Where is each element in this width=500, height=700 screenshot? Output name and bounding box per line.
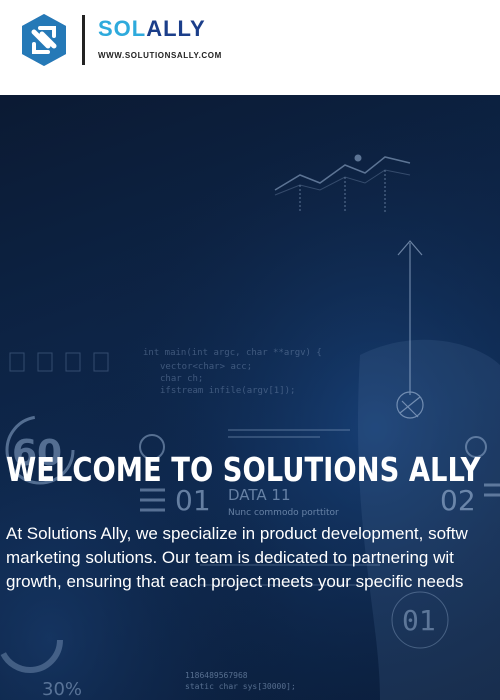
bg-percent: 30% <box>42 679 82 700</box>
bg-bottom-code-1: 1186489567968 <box>185 671 248 680</box>
brand-name[interactable]: SOLALLY <box>98 17 206 41</box>
hero-section: int main(int argc, char **argv) { vector… <box>0 95 500 700</box>
bg-code-line-1: int main(int argc, char **argv) { <box>143 348 322 358</box>
hero-title: WELCOME TO SOLUTIONS ALLY <box>6 450 481 489</box>
bg-number-lower: 01 <box>402 604 436 637</box>
hero-description: At Solutions Ally, we specialize in prod… <box>6 522 500 594</box>
solutions-ally-logo-icon[interactable] <box>18 12 70 68</box>
site-url: WWW.SOLUTIONSALLY.COM <box>98 51 222 60</box>
bg-nunc-text: Nunc commodo porttitor <box>228 508 339 518</box>
hero-background-graphic: int main(int argc, char **argv) { vector… <box>0 95 500 700</box>
hero-description-line-1: At Solutions Ally, we specialize in prod… <box>6 524 468 543</box>
bg-bottom-code-2: static char sys[30000]; <box>185 682 296 691</box>
bg-code-line-3: char ch; <box>160 374 203 384</box>
bg-code-line-2: vector<char> acc; <box>160 362 252 372</box>
brand-ally: ALLY <box>146 16 206 41</box>
site-header: SOLALLY WWW.SOLUTIONSALLY.COM <box>0 0 500 95</box>
bg-code-line-4: ifstream infile(argv[1]); <box>160 386 295 396</box>
hero-description-line-2: marketing solutions. Our team is dedicat… <box>6 548 454 567</box>
hero-description-line-3: growth, ensuring that each project meets… <box>6 572 464 591</box>
logo-divider <box>82 15 85 65</box>
brand-sol: SOL <box>98 16 147 41</box>
